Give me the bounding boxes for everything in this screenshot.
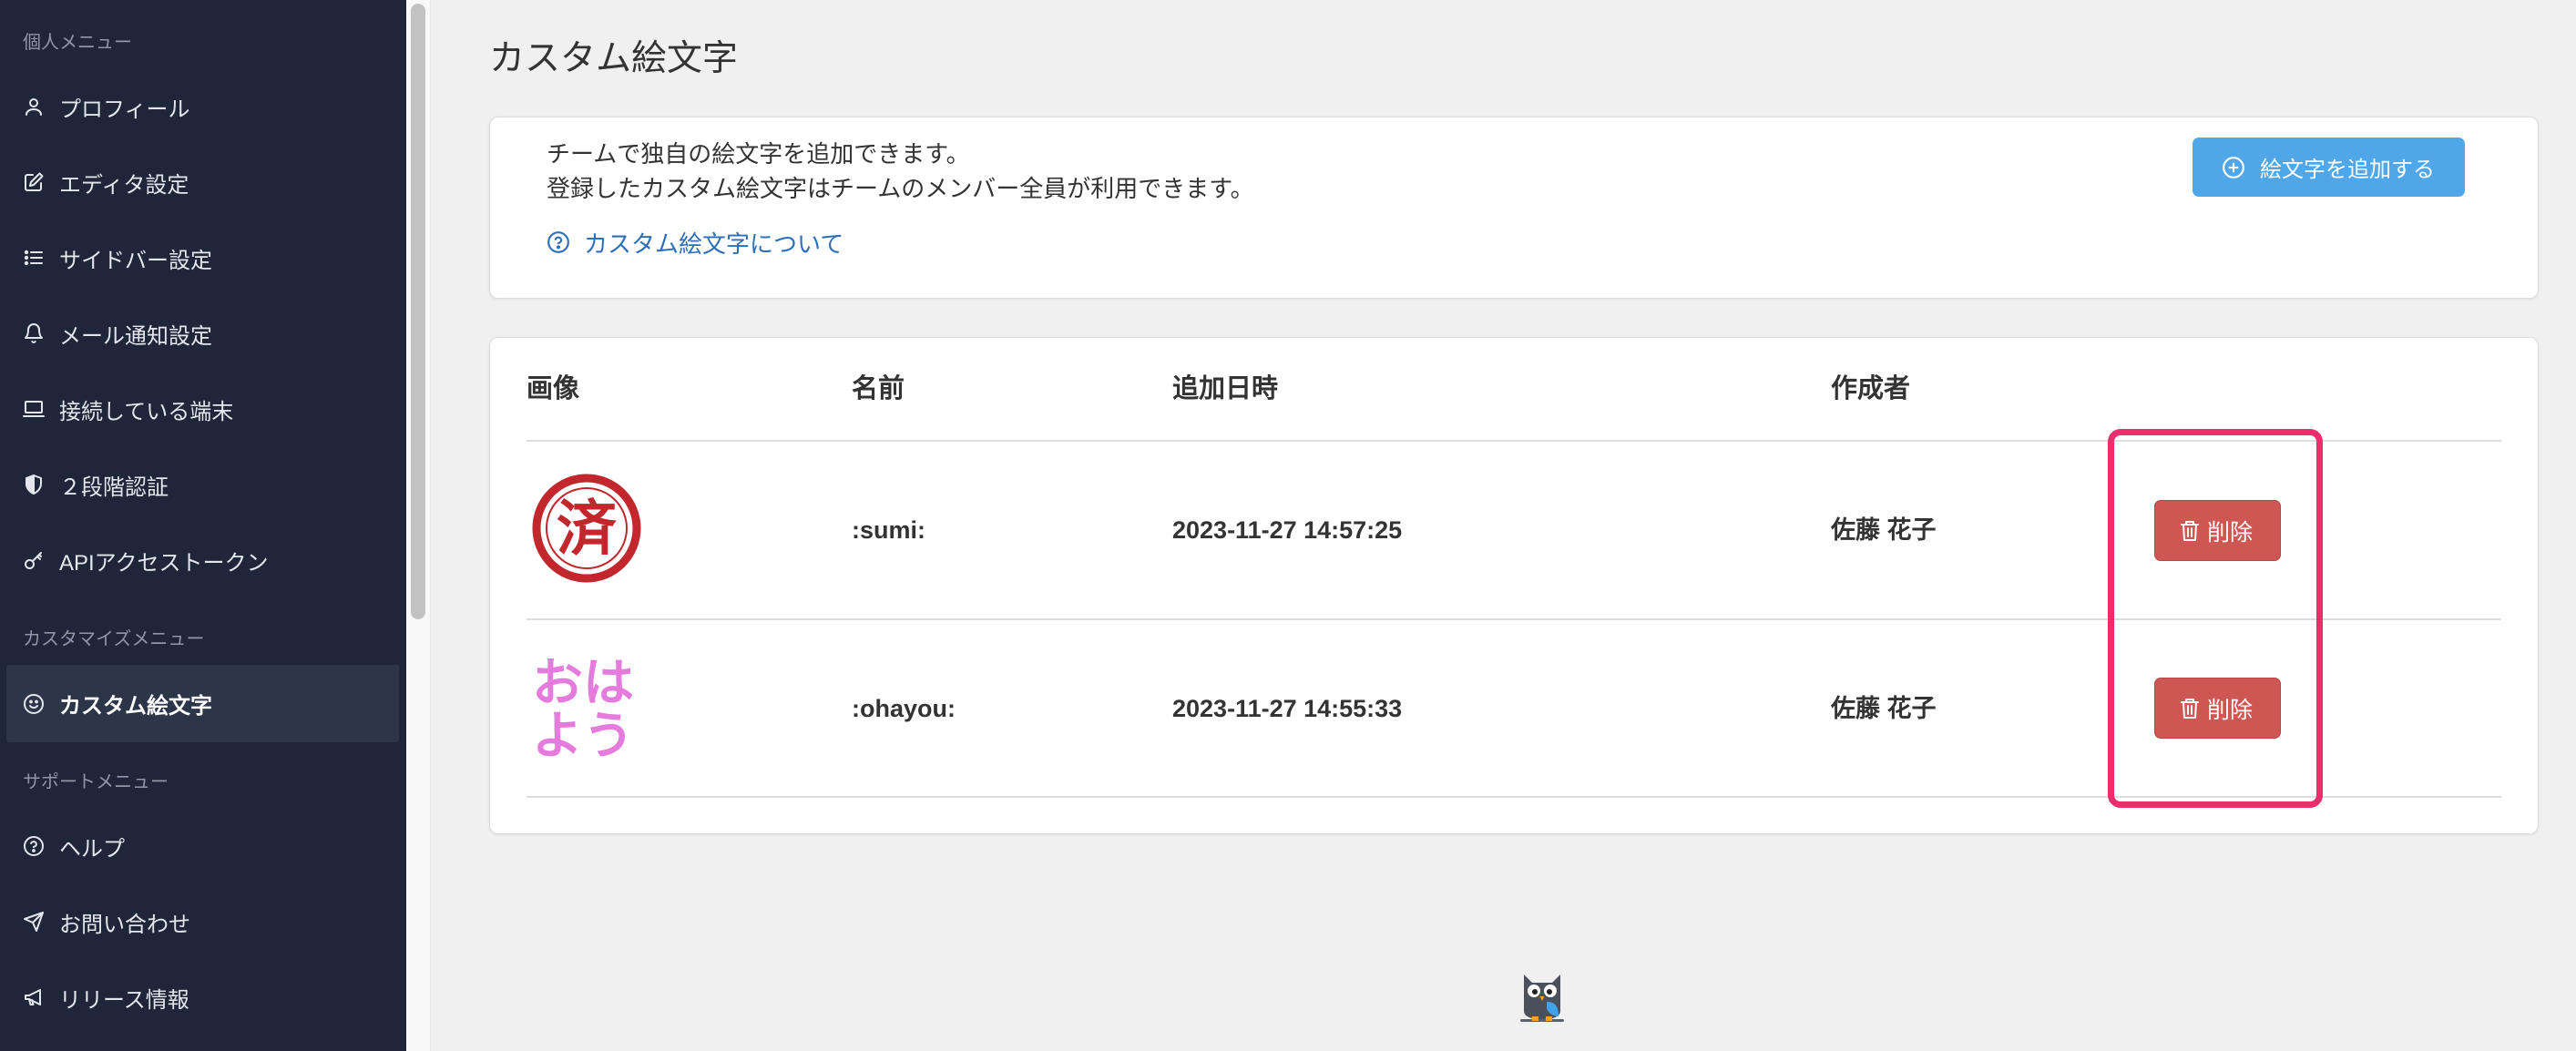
emoji-creator: 佐藤 花子 — [1831, 516, 1937, 544]
sidebar-item-label: APIアクセストークン — [59, 550, 269, 576]
sidebar-item-label: 接続している端末 — [59, 399, 234, 424]
emoji-image-sumi: 済 — [532, 474, 641, 583]
sidebar-item-label: ２段階認証 — [59, 474, 169, 500]
column-header-name: 名前 — [852, 374, 905, 403]
emoji-image-line2: よう — [532, 707, 634, 760]
emoji-image-glyph: 済 — [557, 494, 618, 564]
sidebar-item-contact[interactable]: お問い合わせ — [6, 893, 399, 951]
column-header-added-at: 追加日時 — [1172, 374, 1279, 403]
sidebar-item-sidebar-settings[interactable]: サイドバー設定 — [6, 229, 399, 287]
emoji-name: :sumi: — [852, 516, 925, 544]
add-emoji-button[interactable]: 絵文字を追加する — [2193, 138, 2465, 197]
bell-icon — [23, 322, 45, 344]
sidebar-item-label: ヘルプ — [59, 836, 125, 862]
sidebar-item-api-token[interactable]: APIアクセストークン — [6, 531, 399, 589]
info-text-line1: チームで独自の絵文字を追加できます。 — [547, 140, 970, 168]
sidebar-item-label: プロフィール — [59, 97, 190, 122]
owl-logo — [1515, 969, 1569, 1025]
sidebar-item-help[interactable]: ヘルプ — [6, 817, 399, 875]
user-icon — [23, 96, 45, 117]
sidebar-item-profile[interactable]: プロフィール — [6, 77, 399, 136]
highlight-annotation — [2108, 429, 2323, 808]
emoji-added-at: 2023-11-27 14:55:33 — [1172, 695, 1403, 722]
custom-emoji-help-link[interactable]: カスタム絵文字について — [547, 227, 843, 258]
key-icon — [23, 549, 45, 571]
section-label-customize: カスタマイズメニュー — [23, 629, 205, 649]
page-title: カスタム絵文字 — [489, 39, 739, 78]
list-icon — [23, 247, 45, 269]
add-emoji-button-label: 絵文字を追加する — [2260, 158, 2435, 182]
shield-icon — [23, 474, 45, 495]
sidebar-item-label: リリース情報 — [59, 987, 189, 1013]
plus-circle-icon — [2222, 156, 2245, 179]
sidebar-item-devices[interactable]: 接続している端末 — [6, 380, 399, 438]
smile-icon — [23, 693, 45, 715]
info-card: チームで独自の絵文字を追加できます。 登録したカスタム絵文字はチームのメンバー全… — [489, 117, 2539, 299]
sidebar-item-two-factor[interactable]: ２段階認証 — [6, 455, 399, 514]
sidebar-scrollbar[interactable] — [406, 0, 431, 1051]
sidebar-item-label: カスタム絵文字 — [59, 694, 212, 719]
paper-plane-icon — [23, 911, 45, 933]
sidebar-item-mail-notification[interactable]: メール通知設定 — [6, 304, 399, 362]
sidebar: 個人メニュー プロフィール エディタ設定 サイドバー設定 メール通知設定 接続し… — [0, 0, 406, 1051]
sidebar-item-label: お問い合わせ — [59, 912, 190, 937]
scrollbar-thumb[interactable] — [411, 4, 425, 619]
laptop-icon — [23, 398, 45, 420]
sidebar-item-custom-emoji[interactable]: カスタム絵文字 — [6, 665, 399, 742]
section-label-personal: 個人メニュー — [23, 33, 132, 53]
emoji-image-ohayou: おは よう — [530, 651, 641, 760]
sidebar-item-label: サイドバー設定 — [59, 248, 212, 273]
sidebar-item-label: エディタ設定 — [59, 172, 189, 198]
sidebar-item-editor-settings[interactable]: エディタ設定 — [6, 153, 399, 211]
megaphone-icon — [23, 986, 45, 1008]
emoji-name: :ohayou: — [852, 695, 956, 722]
question-circle-icon — [23, 835, 45, 857]
column-header-image: 画像 — [526, 374, 580, 403]
question-circle-icon — [547, 230, 570, 254]
column-header-creator: 作成者 — [1831, 374, 1911, 403]
sidebar-item-release-notes[interactable]: リリース情報 — [6, 968, 399, 1026]
emoji-added-at: 2023-11-27 14:57:25 — [1172, 516, 1403, 544]
sidebar-item-label: メール通知設定 — [59, 323, 212, 349]
info-text-line2: 登録したカスタム絵文字はチームのメンバー全員が利用できます。 — [547, 175, 1254, 202]
edit-icon — [23, 171, 45, 193]
section-label-support: サポートメニュー — [23, 772, 169, 792]
help-link-label: カスタム絵文字について — [584, 230, 844, 258]
emoji-image-line1: おは — [532, 654, 634, 713]
emoji-creator: 佐藤 花子 — [1831, 695, 1937, 722]
